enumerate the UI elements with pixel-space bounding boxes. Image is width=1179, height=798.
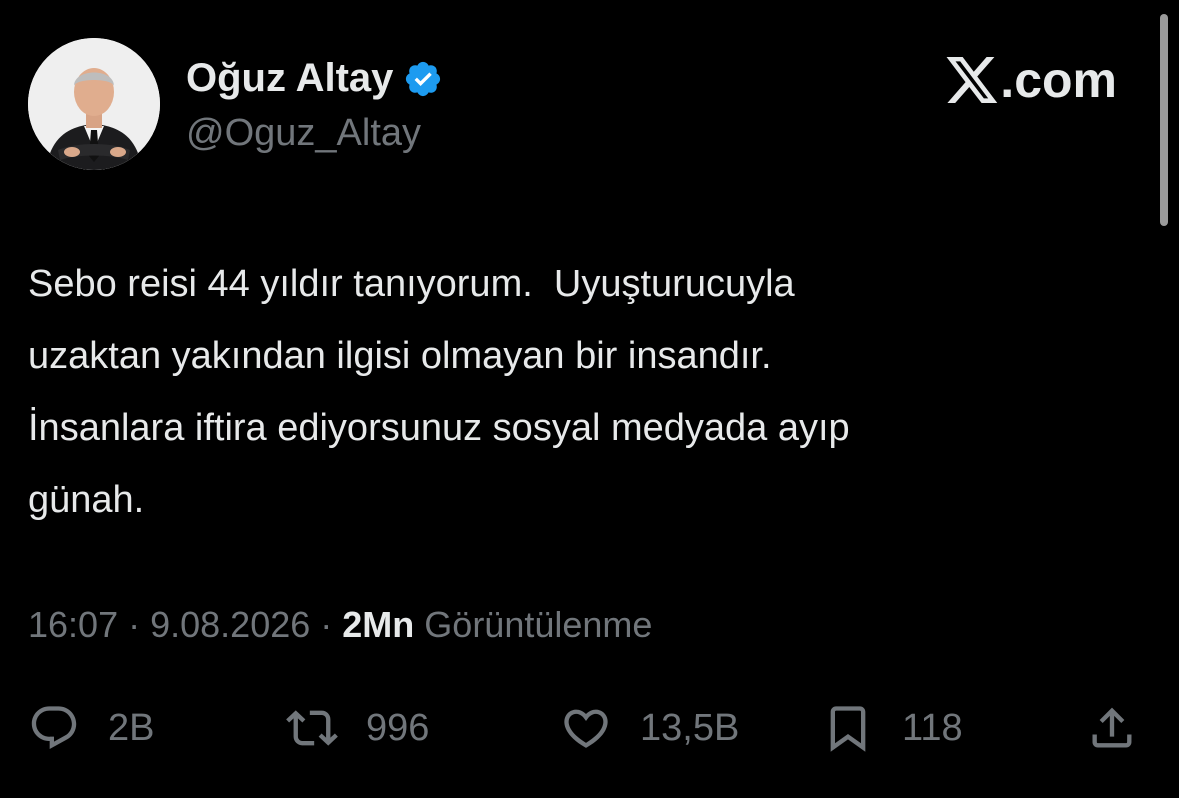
like-count: 13,5B bbox=[640, 706, 740, 749]
tweet-time[interactable]: 16:07 bbox=[28, 604, 118, 645]
x-logo-icon bbox=[946, 57, 998, 103]
views-count[interactable]: 2Mn bbox=[342, 604, 414, 645]
tweet-text: Sebo reisi 44 yıldır tanıyorum. Uyuşturu… bbox=[28, 248, 1148, 536]
share-button[interactable] bbox=[1086, 690, 1138, 766]
tweet-text-line: günah. bbox=[28, 479, 145, 521]
like-button[interactable]: 13,5B bbox=[560, 690, 739, 766]
repost-icon bbox=[286, 710, 338, 746]
repost-count: 996 bbox=[366, 706, 430, 749]
user-handle[interactable]: @Oguz_Altay bbox=[186, 112, 421, 155]
views-label: Görüntülenme bbox=[424, 604, 653, 645]
tweet-date[interactable]: 9.08.2026 bbox=[150, 604, 310, 645]
verified-badge-icon[interactable] bbox=[403, 59, 443, 99]
display-name[interactable]: Oğuz Altay bbox=[186, 56, 443, 101]
tweet-text-line: uzaktan yakından ilgisi olmayan bir insa… bbox=[28, 335, 772, 377]
scrollbar[interactable] bbox=[1160, 14, 1168, 226]
tweet-text-line: İnsanlara iftira ediyorsunuz sosyal medy… bbox=[28, 407, 850, 449]
tweet-text-line: Sebo reisi 44 yıldır tanıyorum. Uyuşturu… bbox=[28, 263, 795, 305]
brand-logo: .com bbox=[946, 52, 1117, 108]
bookmark-icon bbox=[830, 706, 866, 752]
bookmark-button[interactable]: 118 bbox=[822, 690, 963, 766]
reply-count: 2B bbox=[108, 706, 155, 749]
reply-icon bbox=[31, 706, 77, 750]
meta-separator: · bbox=[320, 604, 343, 645]
repost-button[interactable]: 996 bbox=[286, 690, 429, 766]
share-icon bbox=[1092, 707, 1132, 748]
brand-suffix: .com bbox=[1000, 52, 1117, 108]
avatar[interactable] bbox=[28, 38, 160, 170]
display-name-text: Oğuz Altay bbox=[186, 56, 394, 100]
meta-separator: · bbox=[128, 604, 151, 645]
tweet-meta: 16:07 · 9.08.2026 · 2Mn Görüntülenme bbox=[28, 604, 652, 646]
action-bar: 2B 996 13,5B 118 bbox=[0, 690, 1179, 766]
bookmark-count: 118 bbox=[902, 706, 963, 749]
reply-button[interactable]: 2B bbox=[28, 690, 154, 766]
heart-icon bbox=[564, 709, 608, 748]
avatar-image bbox=[28, 38, 160, 170]
